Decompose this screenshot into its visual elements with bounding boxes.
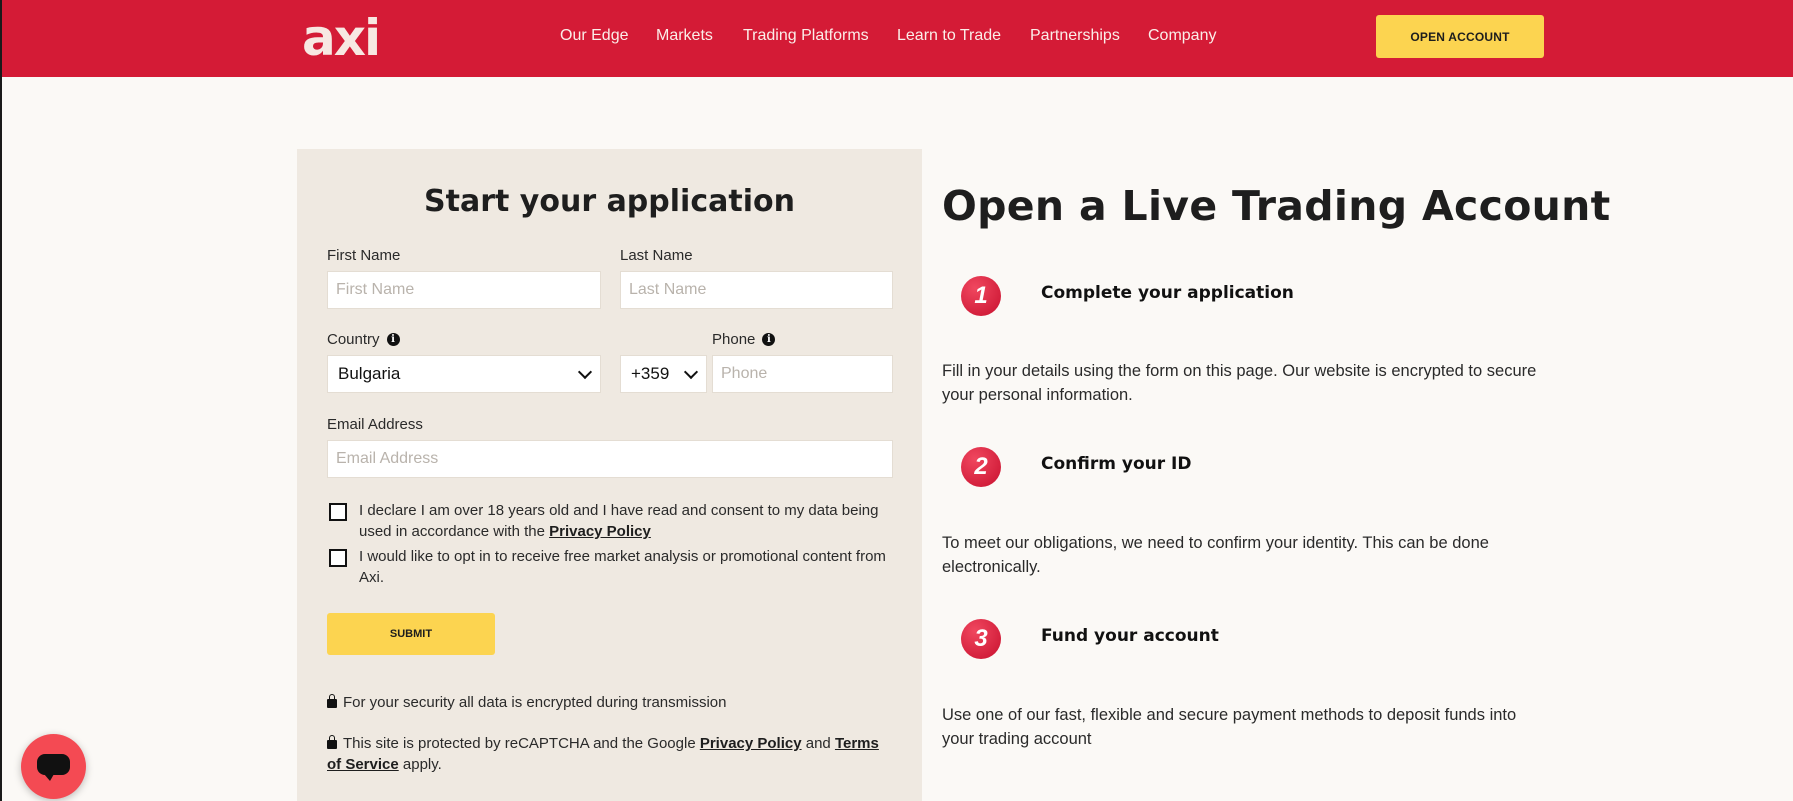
nav-our-edge[interactable]: Our Edge <box>560 27 628 45</box>
step-2-badge: 2 <box>961 447 1001 487</box>
phone-label: Phone i <box>712 331 776 348</box>
first-name-label: First Name <box>327 247 401 264</box>
nav-company[interactable]: Company <box>1148 27 1216 45</box>
info-icon[interactable]: i <box>762 333 776 346</box>
security-note: For your security all data is encrypted … <box>327 692 897 713</box>
step-2-title: Confirm your ID <box>1041 454 1192 474</box>
application-form-panel: Start your application First Name Last N… <box>297 149 922 801</box>
top-navigation-bar: axi Our Edge Markets Trading Platforms L… <box>2 0 1793 77</box>
email-label: Email Address <box>327 416 423 433</box>
country-select[interactable]: Bulgaria <box>327 355 601 393</box>
marketing-row: I would like to opt in to receive free m… <box>329 546 889 588</box>
marketing-text: I would like to opt in to receive free m… <box>359 548 886 586</box>
chevron-down-icon <box>683 364 699 379</box>
nav-partnerships[interactable]: Partnerships <box>1030 27 1120 45</box>
info-icon[interactable]: i <box>386 333 400 346</box>
first-name-input[interactable] <box>327 271 601 309</box>
chat-icon <box>37 754 70 781</box>
form-title: Start your application <box>424 184 795 219</box>
nav-learn-to-trade[interactable]: Learn to Trade <box>897 27 1001 45</box>
recaptcha-note: This site is protected by reCAPTCHA and … <box>327 735 879 773</box>
dial-code-select[interactable]: +359 <box>620 355 707 393</box>
step-1-description: Fill in your details using the form on t… <box>942 362 1537 404</box>
open-account-button[interactable]: OPEN ACCOUNT <box>1376 15 1544 58</box>
axi-logo[interactable]: axi <box>302 10 381 66</box>
consent-text: I declare I am over 18 years old and I h… <box>359 502 879 540</box>
step-1-title: Complete your application <box>1041 283 1294 303</box>
last-name-input[interactable] <box>620 271 893 309</box>
consent-checkbox[interactable] <box>329 503 347 521</box>
chevron-down-icon <box>577 364 593 379</box>
step-1-badge: 1 <box>961 276 1001 316</box>
page-title: Open a Live Trading Account <box>942 182 1611 230</box>
lock-icon <box>327 735 337 749</box>
window-edge <box>0 0 2 801</box>
country-value: Bulgaria <box>338 364 401 383</box>
step-3-title: Fund your account <box>1041 626 1219 646</box>
privacy-policy-link[interactable]: Privacy Policy <box>549 523 651 540</box>
nav-trading-platforms[interactable]: Trading Platforms <box>743 27 869 45</box>
google-privacy-policy-link[interactable]: Privacy Policy <box>700 735 802 752</box>
country-label: Country i <box>327 331 400 348</box>
marketing-checkbox[interactable] <box>329 549 347 567</box>
submit-button[interactable]: SUBMIT <box>327 613 495 655</box>
consent-row: I declare I am over 18 years old and I h… <box>329 500 889 542</box>
dial-code-value: +359 <box>631 364 670 383</box>
phone-input[interactable] <box>712 355 893 393</box>
lock-icon <box>327 694 337 708</box>
step-3-badge: 3 <box>961 619 1001 659</box>
step-2-description: To meet our obligations, we need to conf… <box>942 534 1489 576</box>
email-input[interactable] <box>327 440 893 478</box>
nav-markets[interactable]: Markets <box>656 27 713 45</box>
step-3-description: Use one of our fast, flexible and secure… <box>942 706 1517 748</box>
chat-launcher-button[interactable] <box>21 734 86 799</box>
last-name-label: Last Name <box>620 247 693 264</box>
